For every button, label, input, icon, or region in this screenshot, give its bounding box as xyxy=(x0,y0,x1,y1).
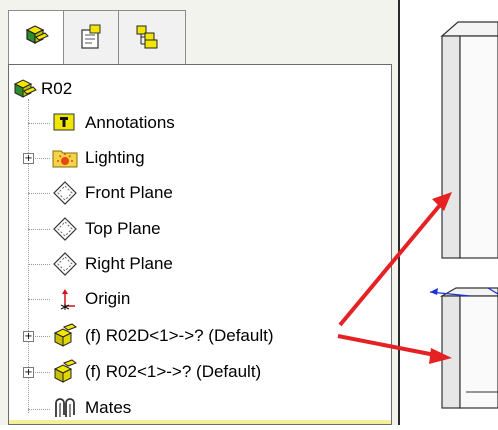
triad-arrowhead xyxy=(430,288,438,295)
feature-manager-panel: R02 Annotations + Lighting Front Plane T… xyxy=(0,0,400,425)
tree-item-label: (f) R02<1>->? (Default) xyxy=(85,362,262,381)
expand-r02-toggle[interactable]: + xyxy=(23,367,34,378)
tree-connector xyxy=(28,99,29,413)
graphics-viewport[interactable] xyxy=(400,0,498,425)
upper-block-front-face xyxy=(459,35,498,259)
plane-icon xyxy=(51,216,79,242)
tree-item-label: Top Plane xyxy=(85,219,161,238)
tree-item-lighting[interactable]: Lighting xyxy=(51,142,145,174)
tree-connector xyxy=(28,409,50,410)
tree-root-label: R02 xyxy=(41,79,73,98)
configuration-manager-icon xyxy=(132,22,162,55)
lighting-folder-icon xyxy=(51,145,79,171)
feature-tree-icon xyxy=(21,22,51,55)
tree-connector xyxy=(28,264,50,265)
model-view xyxy=(429,21,498,409)
upper-block-side-face xyxy=(441,35,461,259)
tree-item-label: Lighting xyxy=(85,148,145,167)
tree-item-front-plane[interactable]: Front Plane xyxy=(51,177,173,209)
upper-block-top-face xyxy=(440,21,498,37)
part-icon xyxy=(51,323,79,349)
plane-icon xyxy=(51,251,79,277)
tree-item-top-plane[interactable]: Top Plane xyxy=(51,213,161,245)
tree-connector xyxy=(28,123,50,124)
lower-block-front-face xyxy=(459,295,498,409)
property-manager-icon xyxy=(76,22,106,55)
tree-item-annotations[interactable]: Annotations xyxy=(51,107,175,139)
selection-highlight-bar xyxy=(9,420,391,424)
tree-root[interactable]: R02 xyxy=(11,73,72,105)
tree-item-label: Front Plane xyxy=(85,183,173,202)
tree-connector xyxy=(28,299,50,300)
tree-item-origin[interactable]: Origin xyxy=(51,283,130,315)
tab-configuration-manager[interactable] xyxy=(119,11,174,65)
assembly-icon xyxy=(11,76,39,102)
tree-item-label: Origin xyxy=(85,289,131,308)
part-icon xyxy=(51,359,79,385)
expand-r02d-toggle[interactable]: + xyxy=(23,331,34,342)
mates-icon xyxy=(51,395,79,421)
tree-item-label: (f) R02D<1>->? (Default) xyxy=(85,326,274,345)
tree-connector xyxy=(28,193,50,194)
annotations-icon xyxy=(51,110,79,136)
plane-icon xyxy=(51,180,79,206)
expand-lighting-toggle[interactable]: + xyxy=(23,153,34,164)
tab-feature-tree[interactable] xyxy=(9,11,64,65)
origin-icon xyxy=(51,286,79,312)
lower-block-side-face xyxy=(441,295,461,409)
tree-item-part-r02d[interactable]: (f) R02D<1>->? (Default) xyxy=(51,320,274,352)
tree-item-part-r02[interactable]: (f) R02<1>->? (Default) xyxy=(51,356,261,388)
tree-item-right-plane[interactable]: Right Plane xyxy=(51,248,173,280)
tree-item-label: Mates xyxy=(85,398,132,417)
tree-connector xyxy=(28,229,50,230)
manager-tab-bar xyxy=(8,10,186,65)
tree-item-label: Right Plane xyxy=(85,254,173,273)
tab-property-manager[interactable] xyxy=(64,11,119,65)
feature-tree: R02 Annotations + Lighting Front Plane T… xyxy=(8,64,392,425)
tree-item-label: Annotations xyxy=(85,113,175,132)
